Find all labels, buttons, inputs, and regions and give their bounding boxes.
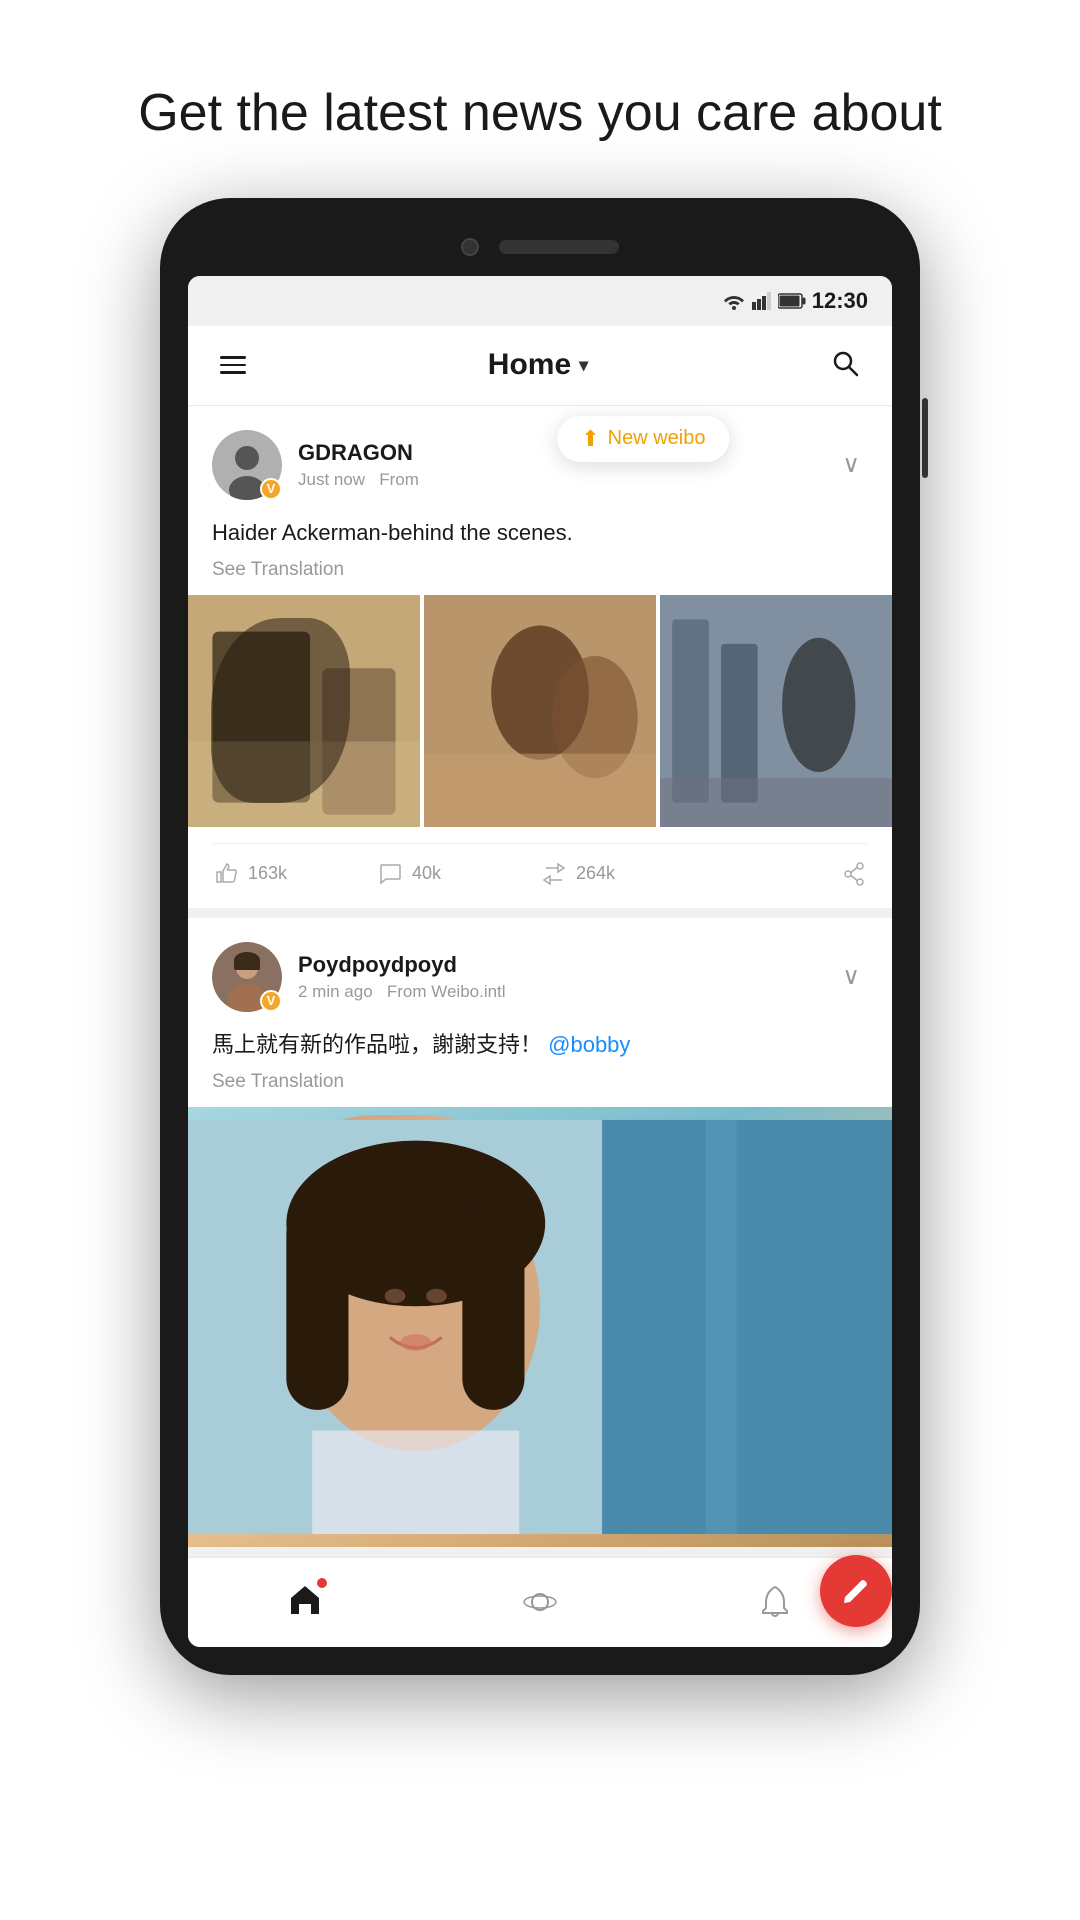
menu-button[interactable]: [212, 348, 254, 382]
page-headline: Get the latest news you care about: [78, 0, 1002, 198]
post-actions-gdragon: 163k 40k 264k: [212, 843, 868, 908]
wifi-icon: [722, 292, 746, 310]
share-button-gdragon[interactable]: [704, 860, 868, 888]
post-card-poyd: V Poydpoydpoyd 2 min ago From Weibo.intl…: [188, 918, 892, 1547]
comment-icon: [376, 860, 404, 888]
post-card-gdragon: V GDRAGON Just now From ∨ Haider Ackerma…: [188, 406, 892, 908]
status-icons: 12:30: [722, 288, 868, 314]
phone-frame: 12:30 Home ▾ ⬆: [160, 198, 920, 1675]
nav-discover[interactable]: [423, 1558, 658, 1647]
header-title-text: Home: [488, 348, 571, 382]
app-header: Home ▾: [188, 326, 892, 406]
comment-count-gdragon: 40k: [412, 863, 441, 884]
post-content-gdragon: Haider Ackerman-behind the scenes.: [212, 516, 868, 549]
header-title[interactable]: Home ▾: [254, 348, 822, 382]
phone-top-bar: [188, 238, 892, 256]
photo-silhouette-1: [188, 595, 420, 827]
phone-screen: 12:30 Home ▾ ⬆: [188, 276, 892, 1647]
post-image-2-gdragon[interactable]: [424, 595, 656, 827]
verified-badge-poyd: V: [260, 990, 282, 1012]
search-button[interactable]: [822, 340, 868, 391]
feed: V GDRAGON Just now From ∨ Haider Ackerma…: [188, 406, 892, 1547]
bottom-nav: [188, 1557, 892, 1647]
post-meta-poyd: Poydpoydpoyd 2 min ago From Weibo.intl: [298, 952, 818, 1002]
new-weibo-toast[interactable]: ⬆ New weibo: [557, 416, 729, 462]
post-image-poyd[interactable]: [188, 1107, 892, 1547]
home-icon: [287, 1582, 323, 1618]
bell-icon: [758, 1584, 792, 1620]
see-translation-poyd[interactable]: See Translation: [212, 1071, 868, 1093]
post-dropdown-gdragon[interactable]: ∨: [834, 442, 868, 487]
like-button-gdragon[interactable]: 163k: [212, 860, 376, 888]
power-button: [922, 398, 928, 478]
image-grid-gdragon: [188, 595, 892, 827]
repost-icon: [540, 860, 568, 888]
photo-silhouette-3: [660, 595, 892, 827]
status-time: 12:30: [812, 288, 868, 314]
nav-home[interactable]: [188, 1558, 423, 1647]
phone-speaker: [499, 240, 619, 254]
share-icon: [840, 860, 868, 888]
compose-fab[interactable]: [820, 1555, 892, 1627]
status-bar: 12:30: [188, 276, 892, 326]
battery-icon: [778, 293, 806, 309]
like-count-gdragon: 163k: [248, 863, 287, 884]
avatar-container-gdragon: V: [212, 430, 282, 500]
thumbs-up-icon: [212, 860, 240, 888]
comment-button-gdragon[interactable]: 40k: [376, 860, 540, 888]
post-image-3-gdragon[interactable]: [660, 595, 892, 827]
avatar-container-poyd: V: [212, 942, 282, 1012]
repost-button-gdragon[interactable]: 264k: [540, 860, 704, 888]
photo-silhouette-2: [424, 595, 656, 827]
search-icon: [830, 348, 860, 378]
post-image-1-gdragon[interactable]: [188, 595, 420, 827]
post-mention-poyd[interactable]: @bobby: [548, 1032, 630, 1057]
post-time-gdragon: Just now From: [298, 470, 818, 490]
verified-badge-gdragon: V: [260, 478, 282, 500]
new-weibo-label: New weibo: [608, 427, 706, 450]
repost-count-gdragon: 264k: [576, 863, 615, 884]
post-dropdown-poyd[interactable]: ∨: [834, 954, 868, 999]
signal-icon: [752, 292, 772, 310]
front-camera: [461, 238, 479, 256]
edit-icon: [840, 1575, 872, 1607]
chevron-up-icon: ⬆: [581, 426, 599, 452]
post-content-poyd: 馬上就有新的作品啦，謝謝支持！ @bobby: [212, 1028, 868, 1061]
post-header-poyd: V Poydpoydpoyd 2 min ago From Weibo.intl…: [212, 942, 868, 1012]
see-translation-gdragon[interactable]: See Translation: [212, 559, 868, 581]
post-time-poyd: 2 min ago From Weibo.intl: [298, 982, 818, 1002]
chevron-down-icon: ▾: [579, 355, 588, 376]
post-header-gdragon: V GDRAGON Just now From ∨: [212, 430, 868, 500]
discover-icon: [522, 1584, 558, 1620]
home-notification-dot: [317, 1578, 327, 1588]
post-username-poyd: Poydpoydpoyd: [298, 952, 818, 978]
photo-poyd: [188, 1107, 892, 1547]
